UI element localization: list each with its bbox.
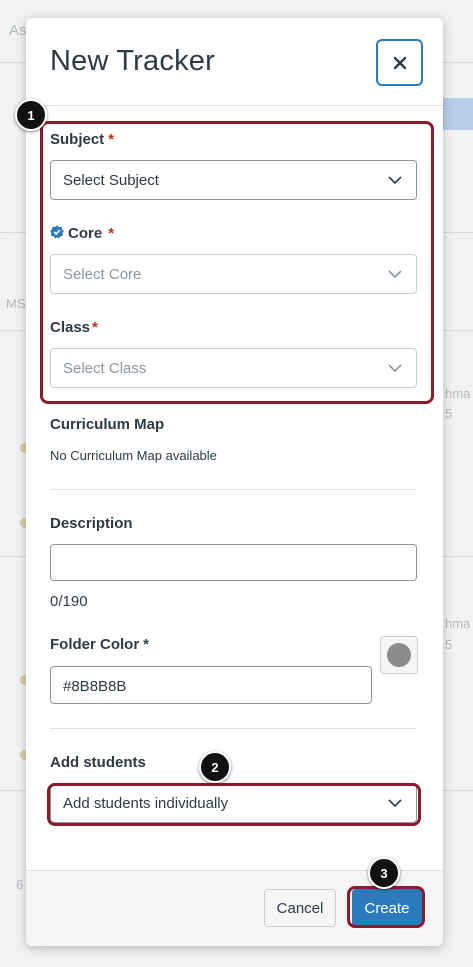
curriculum-map-value: No Curriculum Map available	[50, 448, 217, 463]
background-text: hma	[445, 386, 471, 401]
callout-badge-3: 3	[368, 857, 400, 889]
callout-badge-2: 2	[199, 751, 231, 783]
section-divider	[50, 489, 417, 490]
curriculum-map-label: Curriculum Map	[50, 416, 165, 433]
description-input[interactable]	[50, 544, 417, 581]
background-text: 5	[445, 406, 453, 421]
section-divider	[50, 728, 417, 729]
background-text: 6	[16, 877, 24, 892]
background-text: As	[9, 22, 27, 39]
modal-title: New Tracker	[50, 45, 215, 77]
description-label: Description	[50, 515, 133, 532]
folder-color-input-value: #8B8B8B	[63, 678, 127, 695]
folder-color-label-text: Folder Color	[50, 636, 140, 653]
folder-color-label: Folder Color *	[50, 636, 149, 653]
background-text: MS	[6, 296, 26, 311]
color-picker-button[interactable]	[380, 636, 418, 674]
callout-highlight-1	[40, 121, 434, 404]
add-students-label: Add students	[50, 754, 146, 771]
required-marker: *	[143, 636, 150, 653]
background-text: hma	[445, 616, 471, 631]
callout-badge-1: 1	[15, 99, 47, 131]
background-button	[443, 98, 473, 130]
modal-header: New Tracker	[26, 18, 443, 106]
cancel-button[interactable]: Cancel	[264, 889, 336, 927]
folder-color-input[interactable]: #8B8B8B	[50, 666, 372, 704]
close-button[interactable]	[376, 39, 423, 86]
color-swatch-dot	[387, 643, 411, 667]
callout-highlight-3	[347, 886, 425, 928]
close-icon	[393, 56, 406, 69]
callout-highlight-2	[47, 783, 421, 826]
background-text: 5	[445, 637, 453, 652]
description-char-counter: 0/190	[50, 593, 88, 610]
